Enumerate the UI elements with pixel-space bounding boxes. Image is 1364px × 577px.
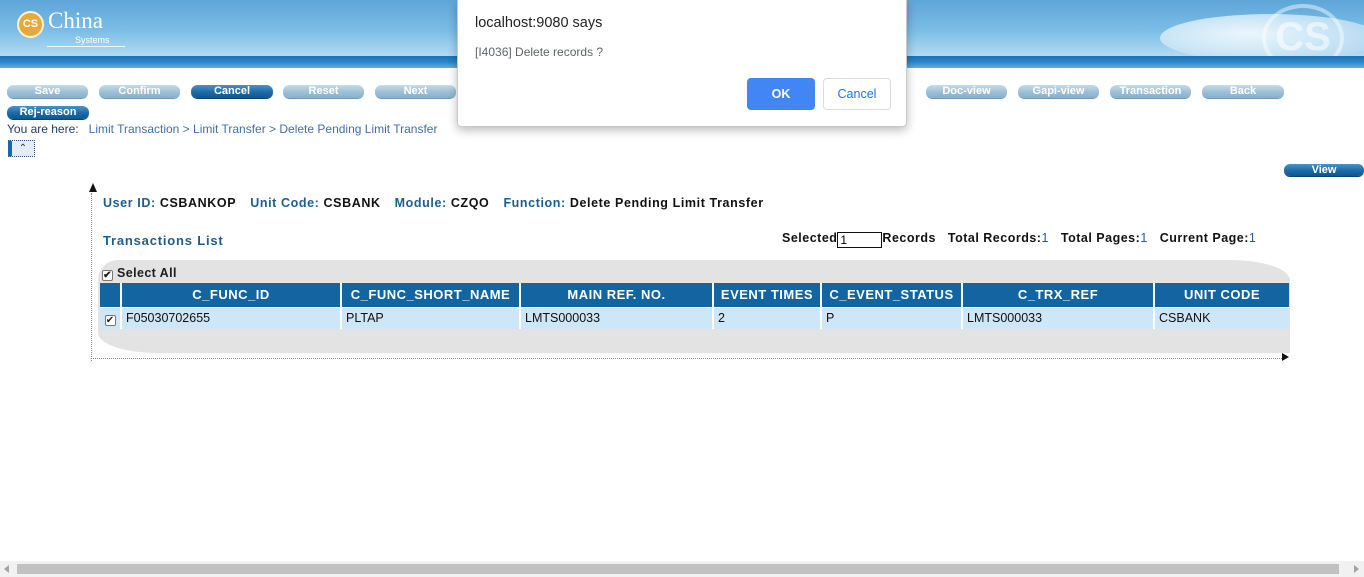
gapi-view-button[interactable]: Gapi-view	[1018, 85, 1099, 98]
transactions-table: C_FUNC_ID C_FUNC_SHORT_NAME MAIN REF. NO…	[100, 283, 1289, 329]
user-id-label: User ID:	[103, 196, 156, 210]
function-value: Delete Pending Limit Transfer	[569, 196, 764, 210]
table-cell: F05030702655	[121, 306, 342, 329]
table-cell: CSBANK	[1154, 306, 1289, 329]
select-column-header	[100, 283, 122, 307]
table-cell: LMTS000033	[962, 306, 1155, 329]
logo-brand-text: China	[48, 8, 103, 33]
selected-records-input[interactable]	[837, 232, 883, 248]
back-button[interactable]: Back	[1202, 85, 1284, 98]
table-cell: P	[821, 306, 963, 329]
table-cell: LMTS000033	[520, 306, 714, 329]
unit-code-label: Unit Code:	[250, 196, 320, 210]
scrollbar-thumb[interactable]	[17, 564, 1339, 574]
dialog-ok-button[interactable]: OK	[747, 78, 815, 110]
scroll-left-icon[interactable]	[4, 565, 9, 573]
records-label: Records	[882, 231, 936, 245]
next-button[interactable]: Next	[375, 85, 456, 98]
column-header[interactable]: EVENT TIMES	[713, 283, 822, 307]
table-row[interactable]: ✔ F05030702655 PLTAP LMTS000033 2 P LMTS…	[100, 306, 1289, 329]
double-chevron-up-icon: ⌃	[18, 143, 28, 154]
cs-logo-icon: CS	[17, 11, 44, 38]
breadcrumb-trail[interactable]: Limit Transaction > Limit Transfer > Del…	[89, 122, 438, 136]
arrow-right-icon	[1282, 353, 1289, 361]
dialog-title: localhost:9080 says	[475, 15, 603, 31]
table-cell: PLTAP	[341, 306, 521, 329]
total-pages-label: Total Pages:	[1060, 231, 1141, 245]
breadcrumb: You are here: Limit Transaction > Limit …	[7, 122, 437, 136]
total-pages-value: 1	[1140, 231, 1148, 245]
transaction-button[interactable]: Transaction	[1110, 85, 1191, 98]
confirm-button[interactable]: Confirm	[99, 85, 180, 98]
selected-label: Selected	[782, 231, 838, 245]
module-value: CZQO	[450, 196, 490, 210]
column-header[interactable]: C_EVENT_STATUS	[821, 283, 963, 307]
column-header[interactable]: MAIN REF. NO.	[520, 283, 714, 307]
confirm-dialog: localhost:9080 says [I4036] Delete recor…	[457, 0, 907, 127]
view-button[interactable]: View	[1284, 164, 1364, 176]
scroll-right-icon[interactable]	[1354, 565, 1359, 573]
cancel-button[interactable]: Cancel	[191, 85, 273, 98]
select-all-label: Select All	[117, 266, 177, 280]
rej-reason-button[interactable]: Rej-reason	[7, 106, 89, 119]
column-header[interactable]: C_FUNC_ID	[121, 283, 342, 307]
current-page-label: Current Page:	[1159, 231, 1249, 245]
breadcrumb-label: You are here:	[7, 122, 79, 136]
column-header[interactable]: C_TRX_REF	[962, 283, 1155, 307]
logo-sub-text: Systems	[75, 35, 110, 45]
user-id-value: CSBANKOP	[159, 196, 237, 210]
paging-bar: SelectedRecords Total Records:1 Total Pa…	[782, 231, 1264, 248]
table-header-row: C_FUNC_ID C_FUNC_SHORT_NAME MAIN REF. NO…	[100, 283, 1289, 307]
transactions-list-title: Transactions List	[103, 233, 224, 248]
panel-bottom-border	[91, 358, 1286, 359]
reset-button[interactable]: Reset	[283, 85, 364, 98]
doc-view-button[interactable]: Doc-view	[926, 85, 1007, 98]
dialog-message: [I4036] Delete records ?	[475, 45, 604, 59]
row-select-cell[interactable]: ✔	[100, 306, 122, 329]
transaction-info: User ID: CSBANKOP Unit Code: CSBANK Modu…	[103, 196, 774, 210]
total-records-label: Total Records:	[947, 231, 1042, 245]
horizontal-scrollbar[interactable]	[0, 561, 1364, 577]
module-label: Module:	[394, 196, 447, 210]
save-button[interactable]: Save	[7, 85, 88, 98]
row-checkbox[interactable]: ✔	[104, 314, 116, 326]
column-header[interactable]: UNIT CODE	[1154, 283, 1289, 307]
total-records-value: 1	[1041, 231, 1049, 245]
table-cell: 2	[713, 306, 822, 329]
china-systems-logo: CS China Systems	[17, 8, 129, 50]
select-all-checkbox[interactable]: ✔	[102, 270, 113, 281]
select-all[interactable]: ✔ Select All	[102, 266, 177, 281]
column-header[interactable]: C_FUNC_SHORT_NAME	[341, 283, 521, 307]
panel-left-border	[91, 193, 92, 361]
function-label: Function:	[503, 196, 566, 210]
logo-underline	[47, 46, 125, 47]
collapse-button[interactable]: ⌃	[8, 140, 35, 157]
arrow-up-icon	[89, 183, 97, 192]
current-page-value: 1	[1248, 231, 1257, 245]
dialog-cancel-button[interactable]: Cancel	[823, 78, 891, 110]
unit-code-value: CSBANK	[323, 196, 381, 210]
